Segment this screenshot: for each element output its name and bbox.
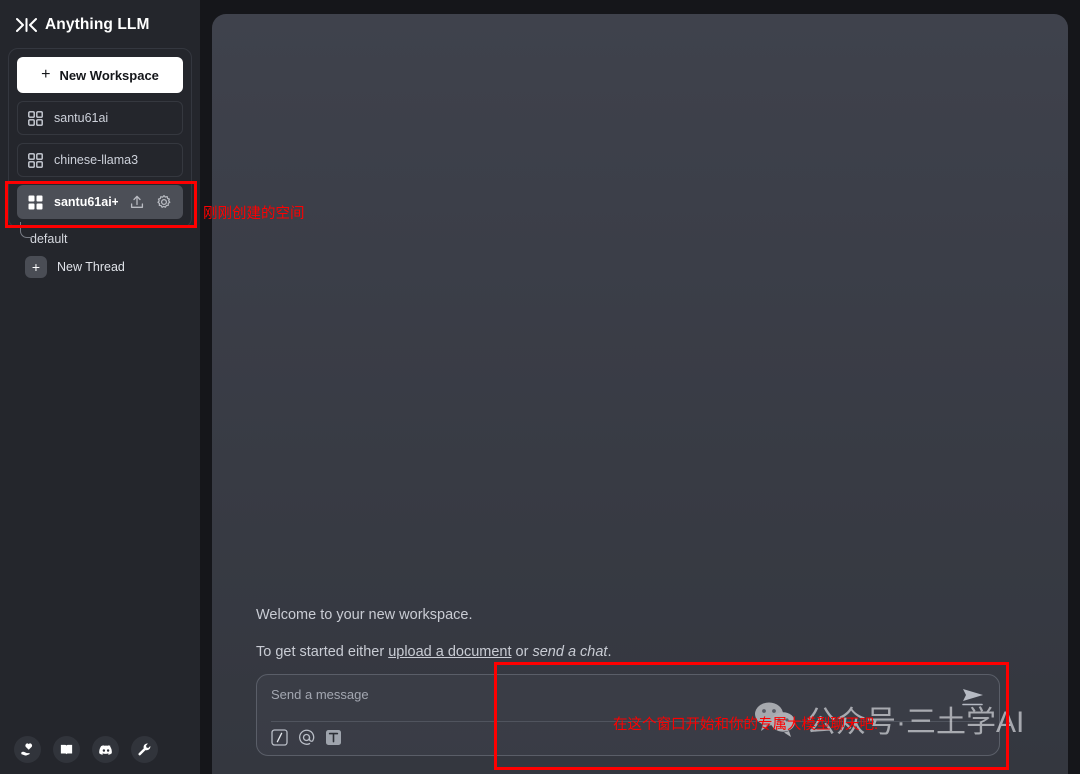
workspace-name: santu61ai+ xyxy=(54,195,118,209)
getting-started-prefix: To get started either xyxy=(256,644,389,660)
plus-icon: + xyxy=(25,256,47,278)
sidebar-item-workspace[interactable]: santu61ai xyxy=(17,101,183,135)
send-chat-link[interactable]: send a chat xyxy=(532,644,607,660)
send-message-button[interactable] xyxy=(960,686,986,708)
getting-started-text: To get started either upload a document … xyxy=(256,644,1068,660)
sidebar-item-workspace[interactable]: chinese-llama3 xyxy=(17,143,183,177)
thread-connector-line xyxy=(20,222,32,238)
upload-document-link[interactable]: upload a document xyxy=(388,644,511,660)
thread-item-default[interactable]: default xyxy=(8,222,192,250)
main-area: Welcome to your new workspace. To get st… xyxy=(200,0,1080,774)
sidebar: Anything LLM + New Workspace santu61ai c… xyxy=(0,0,200,774)
new-thread-button[interactable]: + New Thread xyxy=(8,250,192,278)
chat-panel: Welcome to your new workspace. To get st… xyxy=(212,14,1068,774)
plus-icon: + xyxy=(41,66,51,83)
workspace-name: chinese-llama3 xyxy=(54,153,139,167)
thread-list: default + New Thread xyxy=(8,222,192,278)
workspace-panel: + New Workspace santu61ai chinese-llama3… xyxy=(8,48,192,228)
at-mention-icon[interactable] xyxy=(298,729,315,746)
workspace-name: santu61ai xyxy=(54,111,109,125)
new-thread-label: New Thread xyxy=(57,260,125,274)
hand-heart-icon[interactable] xyxy=(14,736,41,763)
sidebar-item-workspace-active[interactable]: santu61ai+ xyxy=(17,185,183,219)
app-title: Anything LLM xyxy=(45,16,150,33)
welcome-title: Welcome to your new workspace. xyxy=(256,607,473,623)
message-input-placeholder: Send a message xyxy=(271,687,369,702)
new-workspace-label: New Workspace xyxy=(59,67,159,83)
getting-started-middle: or xyxy=(511,644,533,660)
composer-toolbar xyxy=(271,729,985,746)
grid-squares-filled-icon xyxy=(28,195,43,210)
grid-squares-icon xyxy=(28,152,43,168)
welcome-block: Welcome to your new workspace. To get st… xyxy=(212,607,1068,674)
upload-icon[interactable] xyxy=(129,194,145,210)
grid-squares-icon xyxy=(28,110,43,126)
thread-name: default xyxy=(30,232,68,246)
text-format-icon[interactable] xyxy=(325,729,342,746)
anythingllm-logo-icon xyxy=(16,17,37,33)
app-brand: Anything LLM xyxy=(0,0,200,46)
getting-started-suffix: . xyxy=(607,644,612,660)
anything-llm-window: Anything LLM + New Workspace santu61ai c… xyxy=(0,0,1080,774)
composer-area: Send a message xyxy=(212,674,1068,774)
composer-divider xyxy=(271,721,985,722)
slash-command-icon[interactable] xyxy=(271,729,288,746)
message-input-wrap[interactable]: Send a message xyxy=(271,687,985,721)
book-icon[interactable] xyxy=(53,736,80,763)
sidebar-footer xyxy=(0,736,200,774)
wrench-icon[interactable] xyxy=(131,736,158,763)
gear-icon[interactable] xyxy=(156,194,172,210)
message-composer[interactable]: Send a message xyxy=(256,674,1000,756)
discord-icon[interactable] xyxy=(92,736,119,763)
new-workspace-button[interactable]: + New Workspace xyxy=(17,57,183,93)
